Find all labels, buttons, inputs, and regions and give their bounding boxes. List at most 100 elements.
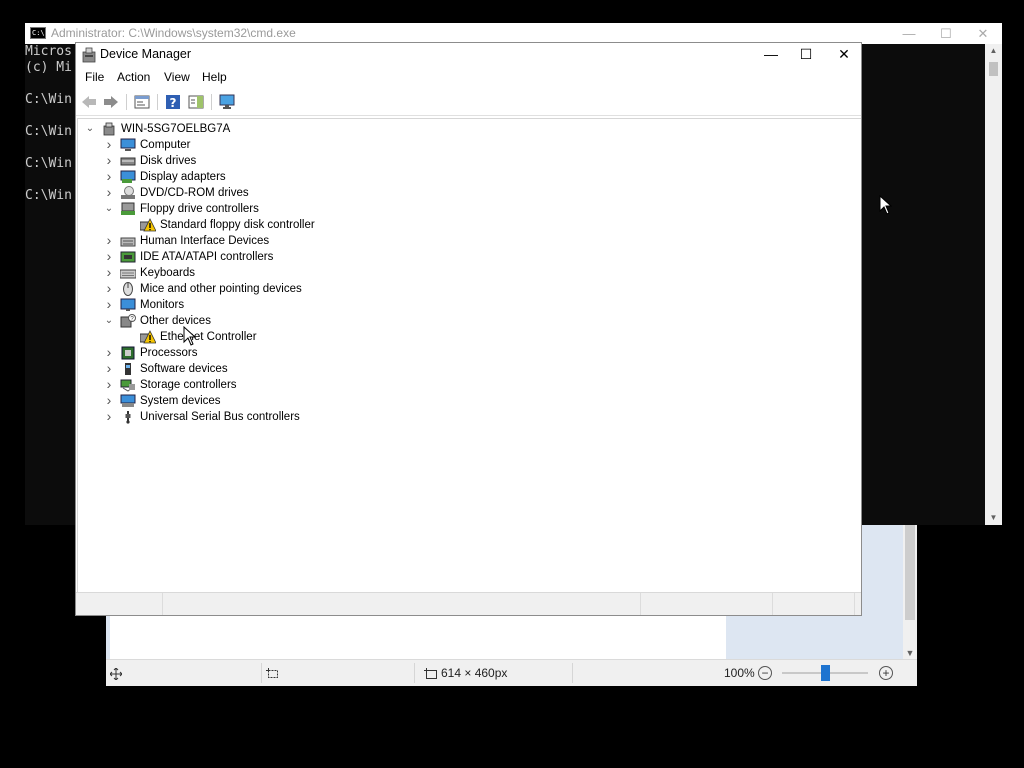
- forward-arrow-icon[interactable]: [102, 93, 120, 111]
- tree-item-label: Processors: [140, 347, 198, 359]
- zoom-slider-thumb[interactable]: [821, 665, 830, 681]
- device-tree[interactable]: ⌄ WIN-5SG7OELBG7A › Computer › Disk drives ›…: [77, 118, 861, 595]
- selection-size-icon: [266, 660, 280, 686]
- chevron-down-icon[interactable]: ⌄: [103, 313, 115, 329]
- cmd-minimize-button[interactable]: —: [891, 23, 927, 44]
- processor-icon: [121, 346, 135, 360]
- tree-item-label: System devices: [140, 395, 221, 407]
- back-arrow-icon[interactable]: [80, 93, 98, 111]
- chevron-right-icon[interactable]: ›: [103, 249, 115, 265]
- dm-status-bar: [76, 592, 861, 615]
- chevron-right-icon[interactable]: ›: [103, 297, 115, 313]
- dm-minimize-button[interactable]: —: [752, 43, 790, 65]
- image-dimensions: 614 × 460px: [441, 666, 508, 680]
- computer-icon: [120, 138, 136, 151]
- cmd-vertical-scrollbar[interactable]: ▲ ▼: [985, 44, 1002, 525]
- ide-controller-icon: [120, 251, 136, 263]
- tree-item-label: DVD/CD-ROM drives: [140, 187, 249, 199]
- menu-view[interactable]: View: [159, 67, 195, 87]
- monitor-icon: [120, 298, 136, 311]
- tree-item-label: Ethernet Controller: [160, 331, 257, 343]
- help-icon[interactable]: ?: [164, 93, 182, 111]
- scroll-down-icon[interactable]: ▼: [985, 511, 1002, 525]
- chevron-right-icon[interactable]: ›: [103, 137, 115, 153]
- action-pane-icon[interactable]: [187, 93, 205, 111]
- cmd-maximize-button[interactable]: ☐: [928, 23, 964, 44]
- dm-maximize-button[interactable]: ☐: [787, 43, 825, 65]
- warning-device-icon: [140, 330, 156, 344]
- usb-icon: [125, 411, 131, 424]
- keyboard-icon: [120, 269, 136, 279]
- dm-window-title: Device Manager: [100, 47, 192, 61]
- tree-item-label: Computer: [140, 139, 191, 151]
- dm-menu-bar: File Action View Help: [76, 67, 861, 87]
- mouse-pointer-icon: [879, 195, 893, 215]
- floppy-controller-icon: [121, 202, 135, 215]
- device-manager-app-icon: [82, 47, 96, 63]
- chevron-right-icon[interactable]: ›: [103, 393, 115, 409]
- chevron-right-icon[interactable]: ›: [103, 169, 115, 185]
- zoom-level: 100%: [724, 666, 755, 680]
- menu-help[interactable]: Help: [197, 67, 232, 87]
- tree-item-label: Monitors: [140, 299, 185, 311]
- tree-item-label: Standard floppy disk controller: [160, 219, 315, 231]
- properties-view-icon[interactable]: [133, 93, 151, 111]
- tree-item-label: Other devices: [140, 315, 211, 327]
- paint-vertical-scrollbar[interactable]: ▼: [903, 520, 917, 660]
- chevron-right-icon[interactable]: ›: [103, 185, 115, 201]
- hid-icon: [120, 237, 136, 247]
- chevron-right-icon[interactable]: ›: [103, 361, 115, 377]
- chevron-right-icon[interactable]: ›: [103, 377, 115, 393]
- chevron-right-icon[interactable]: ›: [103, 153, 115, 169]
- other-devices-icon: ?: [120, 314, 136, 328]
- menu-file[interactable]: File: [80, 67, 109, 87]
- dm-title-bar[interactable]: Device Manager — ☐ ✕: [76, 43, 861, 67]
- chevron-right-icon[interactable]: ›: [103, 281, 115, 297]
- storage-controller-icon: [120, 379, 135, 392]
- chevron-down-icon[interactable]: ⌄: [103, 201, 115, 217]
- software-device-icon: [125, 363, 131, 375]
- menu-action[interactable]: Action: [112, 67, 155, 87]
- mouse-icon: [123, 282, 133, 296]
- paint-scroll-thumb[interactable]: [905, 524, 915, 620]
- tree-item-label: Display adapters: [140, 171, 226, 183]
- mouse-pointer-icon: [183, 326, 197, 346]
- disk-drive-icon: [120, 157, 136, 166]
- cursor-position-icon: [109, 660, 123, 686]
- cmd-app-icon: C:\: [30, 27, 46, 39]
- root-label: WIN-5SG7OELBG7A: [121, 123, 231, 135]
- display-adapter-icon: [120, 170, 136, 183]
- tree-item-label: Software devices: [140, 363, 228, 375]
- chevron-down-icon[interactable]: ⌄: [84, 121, 96, 137]
- tree-item-label: Disk drives: [140, 155, 197, 167]
- tree-item-label: Mice and other pointing devices: [140, 283, 302, 295]
- chevron-right-icon[interactable]: ›: [103, 265, 115, 281]
- tree-item-label: Human Interface Devices: [140, 235, 270, 247]
- scan-hardware-monitor-icon[interactable]: [218, 93, 236, 111]
- tree-item-label: IDE ATA/ATAPI controllers: [140, 251, 274, 263]
- chevron-right-icon[interactable]: ›: [103, 409, 115, 425]
- warning-device-icon: [140, 218, 156, 232]
- chevron-right-icon[interactable]: ›: [103, 345, 115, 361]
- tree-item-label: Universal Serial Bus controllers: [140, 411, 300, 423]
- svg-text:?: ?: [170, 96, 177, 110]
- computer-host-icon: [103, 122, 115, 136]
- cmd-window-title: Administrator: C:\Windows\system32\cmd.e…: [51, 26, 296, 40]
- paint-status-bar: 614 × 460px 100% − +: [106, 659, 917, 686]
- tree-item-label: Storage controllers: [140, 379, 237, 391]
- scroll-up-icon[interactable]: ▲: [985, 44, 1002, 58]
- image-size-icon: [424, 660, 438, 686]
- cmd-title-bar[interactable]: C:\ Administrator: C:\Windows\system32\c…: [25, 23, 1002, 44]
- zoom-in-icon[interactable]: +: [879, 666, 893, 680]
- dm-close-button[interactable]: ✕: [825, 43, 863, 65]
- dvd-drive-icon: [121, 186, 135, 199]
- system-devices-icon: [120, 394, 136, 407]
- cmd-scroll-thumb[interactable]: [989, 62, 998, 76]
- cmd-close-button[interactable]: ✕: [965, 23, 1001, 44]
- zoom-out-icon[interactable]: −: [758, 666, 772, 680]
- dm-toolbar: ?: [76, 89, 861, 116]
- tree-item-label: Floppy drive controllers: [140, 203, 259, 215]
- chevron-right-icon[interactable]: ›: [103, 233, 115, 249]
- tree-item-label: Keyboards: [140, 267, 195, 279]
- scroll-down-icon[interactable]: ▼: [903, 646, 917, 660]
